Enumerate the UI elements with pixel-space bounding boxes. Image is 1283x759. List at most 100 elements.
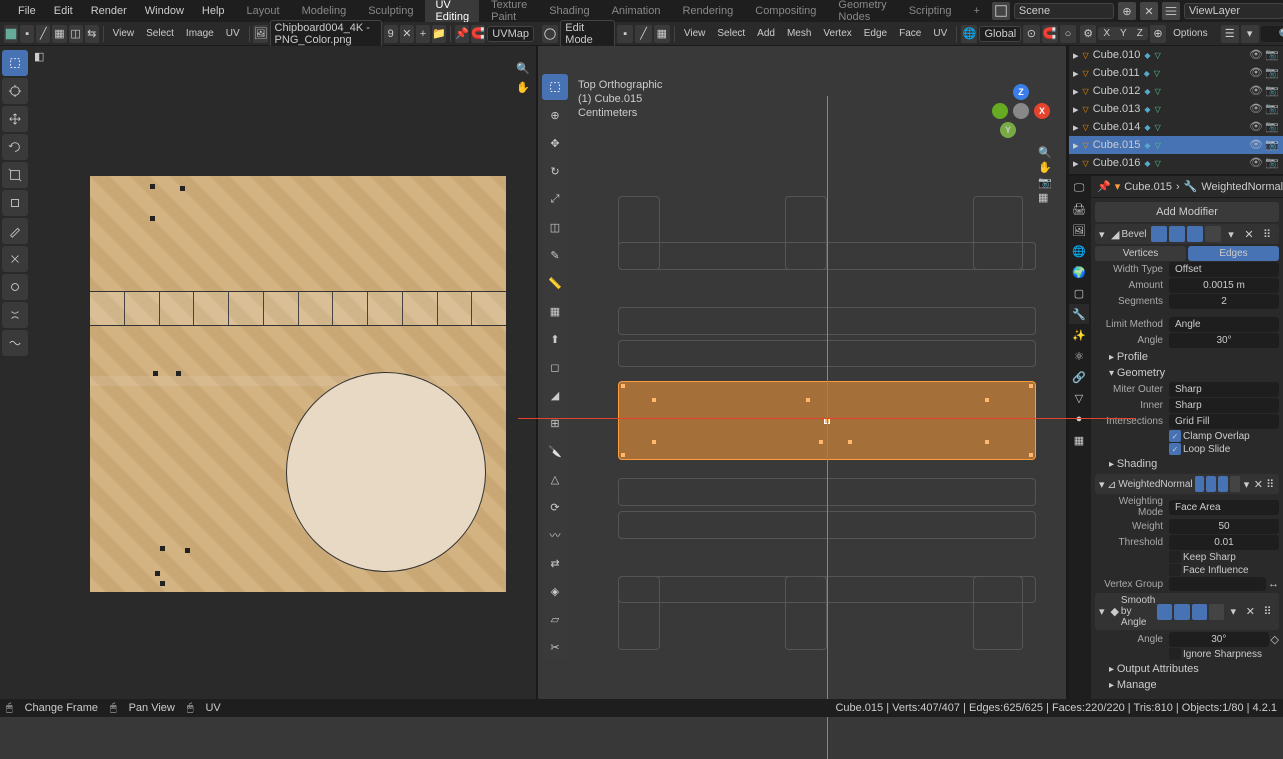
orientation-select[interactable]: Global — [979, 26, 1021, 42]
axis-y[interactable]: Y — [1000, 122, 1016, 138]
vp-tool-transform[interactable]: ◫ — [542, 214, 568, 240]
chevron-down-icon[interactable]: ▾ — [1099, 228, 1109, 241]
uv-menu-select[interactable]: Select — [141, 27, 179, 40]
uv-menu-image[interactable]: Image — [181, 27, 219, 40]
prop-tab-physics[interactable]: ⚛ — [1069, 346, 1089, 366]
render-visibility-icon[interactable]: 📷 — [1265, 138, 1279, 152]
tool-transform[interactable] — [2, 190, 28, 216]
keep-sharp-checkbox[interactable] — [1169, 551, 1181, 563]
limit-method-select[interactable]: Angle — [1169, 317, 1279, 332]
image-name-input[interactable]: Chipboard004_4K - PNG_Color.png — [270, 20, 382, 48]
disclosure-icon[interactable]: ▸ — [1073, 103, 1079, 116]
outliner[interactable]: ▸ ▽ Cube.010 ◆ ▽ 👁 📷 ▸ ▽ Cube.011 ◆ ▽ 👁 … — [1069, 46, 1283, 176]
render-visibility-icon[interactable]: 📷 — [1265, 84, 1279, 98]
tab-animation[interactable]: Animation — [602, 3, 671, 19]
uv-vertex[interactable] — [160, 546, 165, 551]
tool-cursor[interactable] — [2, 78, 28, 104]
menu-help[interactable]: Help — [194, 3, 233, 19]
smooth-angle-input[interactable]: 30° — [1169, 632, 1269, 647]
tab-rendering[interactable]: Rendering — [672, 3, 743, 19]
outliner-item[interactable]: ▸ ▽ Cube.016 ◆ ▽ 👁 📷 — [1069, 154, 1283, 172]
loop-slide-checkbox[interactable]: ✓ — [1169, 443, 1181, 455]
axis-x[interactable]: X — [1034, 103, 1050, 119]
select-mode-vertex-icon[interactable]: ▪ — [617, 25, 633, 43]
outliner-item[interactable]: ▸ ▽ Cube.011 ◆ ▽ 👁 📷 — [1069, 64, 1283, 82]
image-new-button[interactable]: + — [416, 25, 430, 43]
modifier-name[interactable]: Smooth by Angle — [1121, 595, 1155, 628]
pivot-icon[interactable]: ⊙ — [1023, 25, 1039, 43]
pin-icon[interactable]: 📌 — [1097, 180, 1111, 193]
uv-vertex[interactable] — [180, 186, 185, 191]
tool-select-box[interactable] — [2, 50, 28, 76]
geometry-section[interactable]: ▾ Geometry — [1095, 365, 1279, 381]
outliner-item[interactable]: ▸ ▽ Cube.012 ◆ ▽ 👁 📷 — [1069, 82, 1283, 100]
outliner-display-mode-icon[interactable]: ▾ — [1241, 25, 1259, 43]
menu-render[interactable]: Render — [83, 3, 135, 19]
uv-menu-uv[interactable]: UV — [221, 27, 245, 40]
render-visibility-icon[interactable]: 📷 — [1265, 156, 1279, 170]
mesh-options-icon[interactable]: ⚙ — [1080, 25, 1096, 43]
bevel-vertices-button[interactable]: Vertices — [1095, 246, 1186, 261]
vp-camera-icon[interactable]: 📷 — [1038, 176, 1062, 189]
uv-vertex[interactable] — [160, 581, 165, 586]
mode-select[interactable]: Edit Mode — [560, 20, 615, 48]
uv-sidebar-toggle-icon[interactable]: ◧ — [34, 50, 44, 63]
uv-vertex[interactable] — [176, 371, 181, 376]
tool-rotate[interactable] — [2, 134, 28, 160]
mod-editmode-button[interactable] — [1187, 226, 1203, 242]
visibility-eye-icon[interactable]: 👁 — [1249, 102, 1263, 116]
scene-delete-button[interactable]: ✕ — [1140, 2, 1158, 20]
tab-shading[interactable]: Shading — [539, 3, 599, 19]
image-users-button[interactable]: 9 — [384, 25, 398, 43]
face-influence-checkbox[interactable] — [1169, 564, 1181, 576]
mod-extras-button[interactable]: ▾ — [1226, 604, 1241, 620]
mod-cage-button[interactable] — [1209, 604, 1224, 620]
menu-window[interactable]: Window — [137, 3, 192, 19]
vp-tool-annotate[interactable]: ✎ — [542, 242, 568, 268]
prop-tab-viewlayer[interactable]: 🖼 — [1069, 220, 1089, 240]
prop-tab-particles[interactable]: ✨ — [1069, 325, 1089, 345]
angle-link-button[interactable]: ◇ — [1271, 633, 1279, 646]
vp-tool-smooth[interactable]: 〰 — [542, 522, 568, 548]
tool-pinch[interactable] — [2, 302, 28, 328]
uv-select-vertex-icon[interactable]: ▪ — [20, 25, 34, 43]
image-unlink-button[interactable]: ✕ — [400, 25, 414, 43]
properties-panel[interactable]: 📌 ▾ Cube.015 › 🔧 WeightedNormal Add Modi… — [1091, 176, 1283, 699]
crumb-object[interactable]: Cube.015 — [1124, 181, 1172, 193]
uv-editor[interactable]: 🔍 ✋ — [30, 46, 538, 699]
uv-vertex[interactable] — [155, 571, 160, 576]
shading-section[interactable]: ▸ Shading — [1095, 456, 1279, 472]
bevel-angle-input[interactable]: 30° — [1169, 333, 1279, 348]
mod-render-button[interactable] — [1169, 226, 1185, 242]
uv-select-face-icon[interactable]: ▦ — [52, 25, 66, 43]
mod-extras-button[interactable]: ▾ — [1242, 476, 1252, 492]
uv-vertex[interactable] — [150, 216, 155, 221]
tool-scale[interactable] — [2, 162, 28, 188]
tool-relax[interactable] — [2, 330, 28, 356]
xyz-x[interactable]: X — [1098, 27, 1115, 40]
navigation-gizmo[interactable]: X Y Z — [996, 86, 1046, 136]
uv-vertex[interactable] — [185, 548, 190, 553]
viewlayer-icon[interactable] — [1162, 2, 1180, 20]
image-browse-icon[interactable]: 🖼 — [253, 25, 267, 43]
options-dropdown[interactable]: Options — [1168, 27, 1212, 40]
disclosure-icon[interactable]: ▸ — [1073, 49, 1079, 62]
outliner-item[interactable]: ▸ ▽ Cube.015 ◆ ▽ 👁 📷 — [1069, 136, 1283, 154]
mod-delete-button[interactable]: ✕ — [1243, 604, 1258, 620]
tab-modeling[interactable]: Modeling — [292, 3, 357, 19]
render-visibility-icon[interactable]: 📷 — [1265, 66, 1279, 80]
weight-input[interactable]: 50 — [1169, 519, 1279, 534]
visibility-eye-icon[interactable]: 👁 — [1249, 84, 1263, 98]
vp-tool-scale[interactable]: ⤢ — [542, 186, 568, 212]
render-visibility-icon[interactable]: 📷 — [1265, 120, 1279, 134]
vp-tool-rip[interactable]: ✂ — [542, 634, 568, 660]
intersections-select[interactable]: Grid Fill — [1169, 414, 1279, 429]
mod-render-button[interactable] — [1206, 476, 1216, 492]
image-open-button[interactable]: 📁 — [432, 25, 446, 43]
prop-tab-modifier[interactable]: 🔧 — [1069, 304, 1089, 324]
prop-tab-render[interactable]: 🖵 — [1069, 178, 1089, 198]
scene-icon[interactable] — [992, 2, 1010, 20]
modifier-bevel-header[interactable]: ▾ ◢ Bevel ▾ ✕ ⠿ — [1095, 224, 1279, 244]
tab-add[interactable]: + — [963, 3, 989, 19]
ignore-sharpness-checkbox[interactable] — [1169, 648, 1181, 660]
